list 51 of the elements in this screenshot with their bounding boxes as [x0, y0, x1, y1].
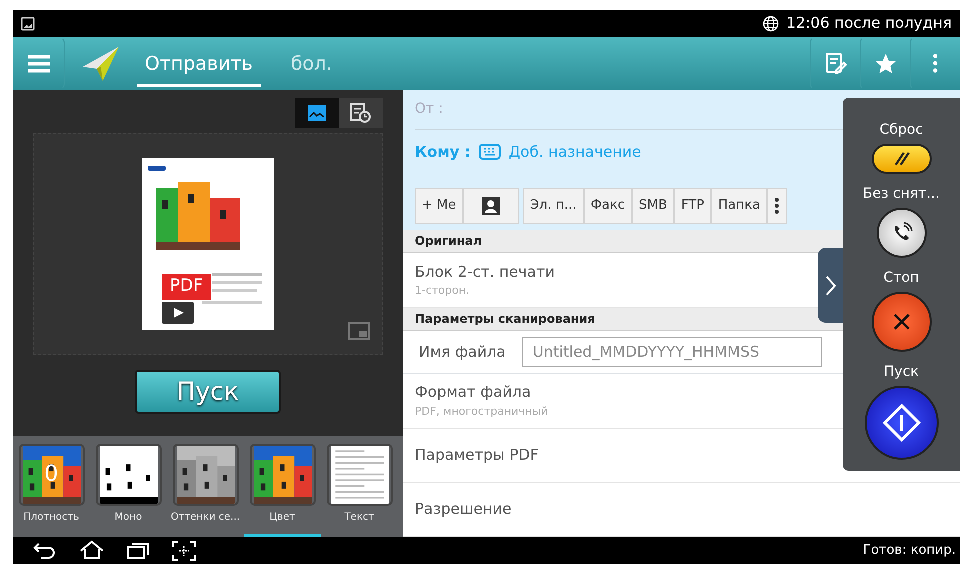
pdf-badge: PDF — [162, 274, 212, 300]
setting-title: Блок 2-ст. печати — [415, 262, 555, 283]
destination-button[interactable]: + Me — [415, 188, 464, 224]
destination-button[interactable] — [767, 188, 788, 224]
globe-icon — [762, 16, 779, 32]
destination-button[interactable]: Папка — [711, 188, 768, 224]
contact-icon — [481, 196, 502, 216]
filename-field[interactable]: Untitled_MMDDYYYY_HHMMSS — [522, 336, 822, 368]
chevron-right-icon — [824, 274, 836, 296]
more-icon — [933, 54, 938, 73]
clock-time: 12:06 после полудня — [786, 13, 952, 34]
destination-button[interactable]: Эл. п... — [523, 188, 584, 224]
setting-title: Разрешение — [415, 499, 512, 520]
destination-button[interactable]: FTP — [674, 188, 712, 224]
menu-icon — [27, 54, 51, 74]
fullscreen-icon[interactable] — [348, 322, 370, 340]
star-icon — [874, 52, 898, 76]
image-icon — [307, 104, 327, 122]
to-label: Кому : — [415, 142, 471, 163]
status-text: Готов: копир. — [863, 542, 957, 560]
reset-button[interactable] — [872, 144, 932, 174]
button-label: Без снят... — [863, 185, 940, 204]
more-icon — [774, 196, 780, 215]
image-icon — [21, 16, 35, 30]
button-label: Стоп — [884, 269, 920, 288]
home-icon — [79, 540, 105, 562]
button-label: Пуск — [884, 363, 919, 382]
field-label: Имя файла — [419, 342, 506, 363]
density-value: 0 — [44, 461, 58, 489]
button-label: Сброс — [880, 121, 924, 140]
scan-icon — [171, 540, 197, 562]
destination-button[interactable]: Факс — [584, 188, 632, 224]
close-icon — [892, 312, 912, 332]
panel-handle[interactable] — [818, 248, 843, 323]
setting-value: PDF, многостраничный — [415, 404, 548, 420]
paper-plane-icon — [81, 44, 121, 82]
view-mode-button[interactable] — [339, 98, 383, 128]
tab[interactable]: Отправить — [137, 40, 261, 88]
history-icon — [350, 103, 372, 123]
setting-title: Формат файла — [415, 382, 532, 404]
no-interrupt-button[interactable] — [876, 208, 926, 258]
keyboard-icon — [478, 144, 501, 160]
view-mode-button[interactable] — [295, 98, 339, 128]
play-icon[interactable] — [162, 302, 194, 324]
start-icon — [882, 403, 922, 443]
edit-icon — [824, 52, 848, 76]
destination-button[interactable] — [463, 188, 520, 224]
setting-value: 1-сторон. — [415, 283, 470, 300]
destination-button[interactable]: SMB — [632, 188, 674, 224]
setting-title: Параметры PDF — [415, 445, 539, 466]
from-label: От : — [415, 100, 444, 119]
